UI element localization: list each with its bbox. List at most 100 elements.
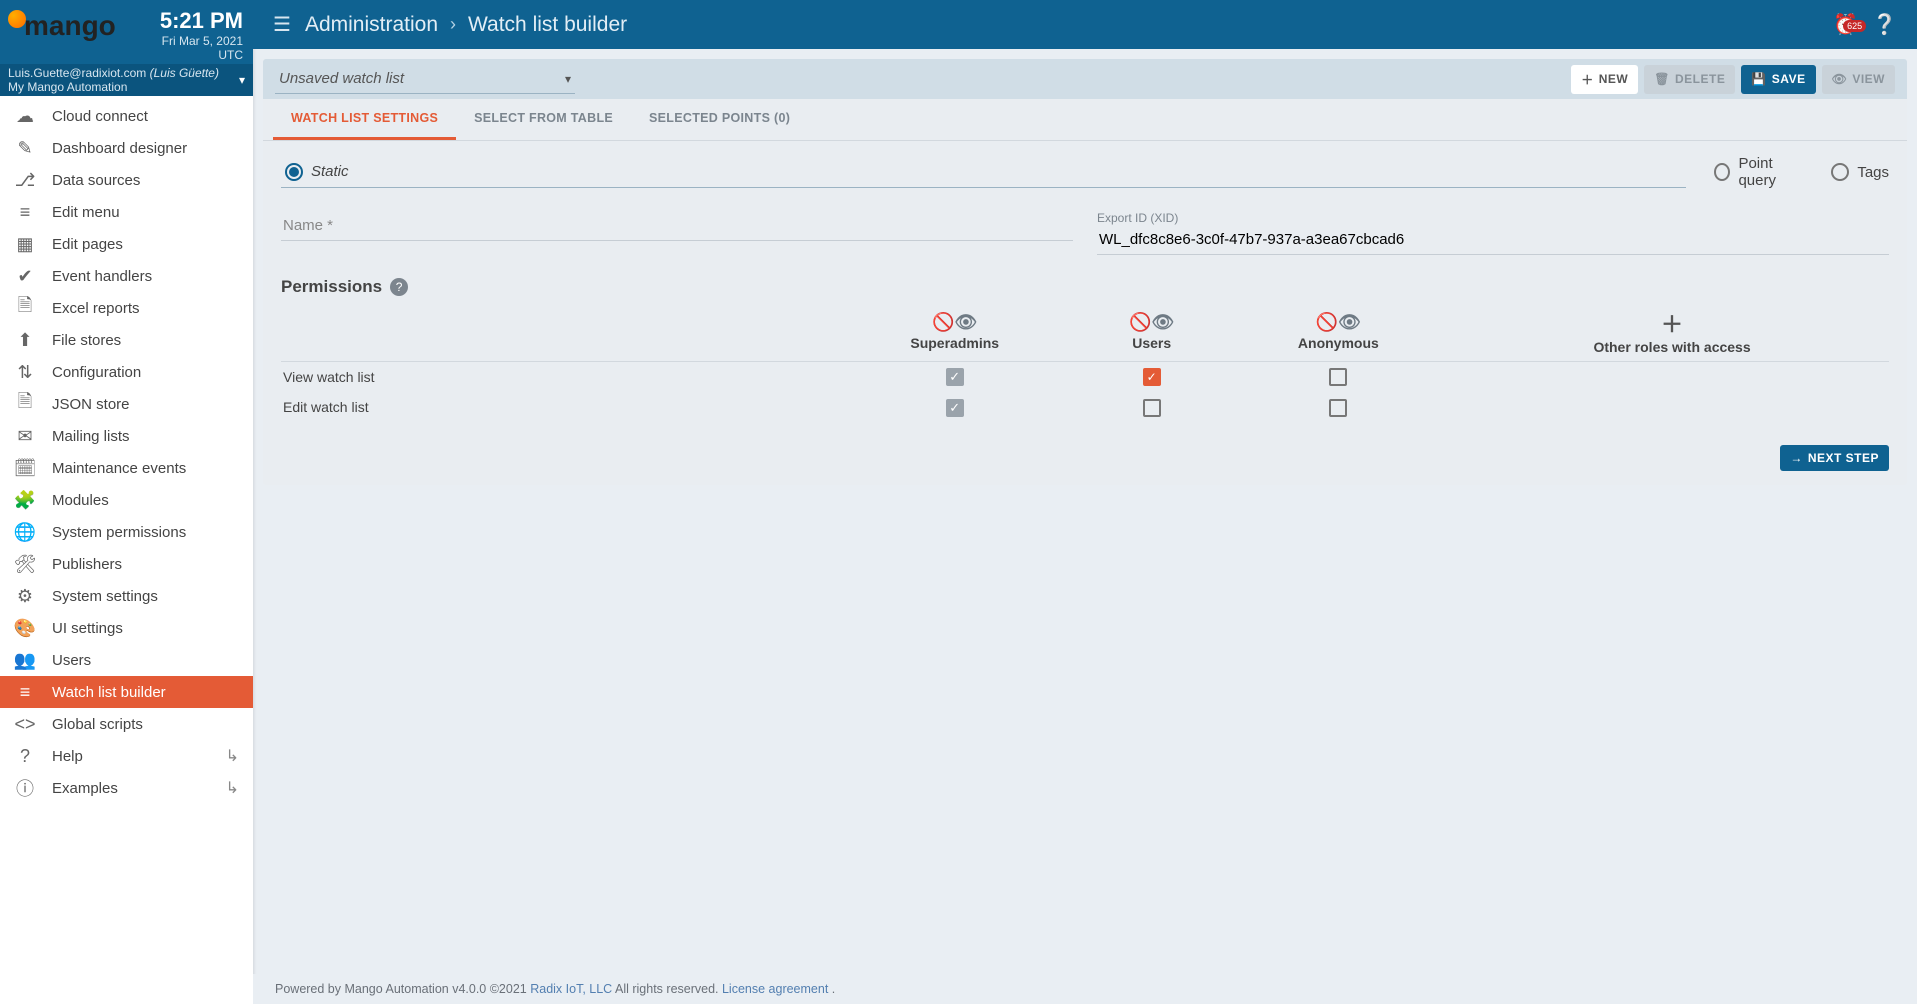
sidebar-item-maintenance-events[interactable]: 🗓Maintenance events	[0, 452, 253, 484]
checkbox-view-users[interactable]: ✓	[1143, 368, 1161, 386]
permissions-table: 🚫👁Superadmins 🚫👁Users 🚫👁Anonymous ＋Other…	[281, 301, 1889, 423]
help-icon[interactable]: ❔	[1872, 12, 1897, 37]
sidebar-item-cloud-connect[interactable]: ☁Cloud connect	[0, 100, 253, 132]
nav-icon: ⬆	[14, 329, 36, 351]
sidebar-item-mailing-lists[interactable]: ✉Mailing lists	[0, 420, 253, 452]
nav-label: Dashboard designer	[52, 140, 187, 157]
eye-off-icon[interactable]: 🚫👁	[1226, 312, 1451, 333]
radio-dot	[1831, 163, 1849, 181]
checkbox-edit-superadmins[interactable]: ✓	[946, 399, 964, 417]
nav-label: Publishers	[52, 556, 122, 573]
tab-select-from-table[interactable]: SELECT FROM TABLE	[456, 99, 631, 140]
tab-watch-list-settings[interactable]: WATCH LIST SETTINGS	[273, 99, 456, 140]
plus-icon[interactable]: ＋	[1661, 312, 1683, 337]
col-other-roles: ＋Other roles with access	[1455, 301, 1889, 362]
eye-off-icon[interactable]: 🚫👁	[1086, 312, 1218, 333]
sidebar-item-global-scripts[interactable]: <>Global scripts	[0, 708, 253, 740]
eye-off-icon[interactable]: 🚫👁	[832, 312, 1078, 333]
table-row: View watch list ✓ ✓	[281, 362, 1889, 393]
nav-label: Data sources	[52, 172, 140, 189]
sidebar-item-publishers[interactable]: 🛠 Publishers	[0, 548, 253, 580]
sidebar-item-file-stores[interactable]: ⬆File stores	[0, 324, 253, 356]
breadcrumb-root[interactable]: Administration	[305, 13, 438, 37]
radio-point-query[interactable]: Point query	[1714, 155, 1803, 189]
menu-icon[interactable]: ☰	[273, 12, 291, 37]
sidebar-item-edit-menu[interactable]: ≡ Edit menu	[0, 196, 253, 228]
sidebar-item-edit-pages[interactable]: ▦Edit pages	[0, 228, 253, 260]
alarm-icon[interactable]: ⏰625	[1833, 12, 1858, 37]
xid-input[interactable]	[1097, 225, 1889, 255]
sidebar-item-json-store[interactable]: 🗎 JSON store	[0, 388, 253, 420]
nav-icon: ?	[14, 745, 36, 767]
user-menu[interactable]: Luis.Guette@radixiot.com (Luis Güette) M…	[0, 64, 253, 96]
xid-field: Export ID (XID)	[1097, 211, 1889, 255]
sidebar-item-users[interactable]: 👥Users	[0, 644, 253, 676]
watchlist-select-input[interactable]	[275, 64, 575, 94]
nav-label: System permissions	[52, 524, 186, 541]
footer-link-license[interactable]: License agreement	[722, 982, 828, 996]
checkbox-edit-users[interactable]	[1143, 399, 1161, 417]
radio-static[interactable]: Static	[281, 157, 1686, 188]
sidebar-item-excel-reports[interactable]: 🗎Excel reports	[0, 292, 253, 324]
logo-text: mango	[24, 10, 116, 41]
next-step-button[interactable]: →NEXT STEP	[1780, 445, 1889, 471]
nav-icon: 🛠	[14, 553, 36, 575]
col-anonymous: 🚫👁Anonymous	[1222, 301, 1455, 362]
checkbox-view-superadmins[interactable]: ✓	[946, 368, 964, 386]
nav-label: JSON store	[52, 396, 130, 413]
sidebar-item-watch-list-builder[interactable]: ≡Watch list builder	[0, 676, 253, 708]
sidebar-item-data-sources[interactable]: ⎇Data sources	[0, 164, 253, 196]
footer: Powered by Mango Automation v4.0.0 ©2021…	[253, 974, 1917, 1004]
col-users: 🚫👁Users	[1082, 301, 1222, 362]
name-input[interactable]	[281, 211, 1073, 241]
clock-time: 5:21 PM	[160, 8, 243, 34]
breadcrumb: Administration › Watch list builder	[305, 13, 627, 37]
view-button[interactable]: 👁VIEW	[1822, 65, 1895, 94]
nav-icon: 🗎	[14, 393, 36, 415]
nav-label: Edit menu	[52, 204, 120, 221]
col-superadmins: 🚫👁Superadmins	[828, 301, 1082, 362]
nav-icon: 🗎	[14, 297, 36, 319]
clock-tz: UTC	[160, 48, 243, 62]
chevron-right-icon: ›	[450, 14, 456, 35]
nav-label: Global scripts	[52, 716, 143, 733]
row-edit: Edit watch list	[281, 392, 828, 422]
sidebar-item-configuration[interactable]: ⇅Configuration	[0, 356, 253, 388]
sidebar-item-dashboard-designer[interactable]: ✎Dashboard designer	[0, 132, 253, 164]
nav-label: Modules	[52, 492, 109, 509]
tabs: WATCH LIST SETTINGS SELECT FROM TABLE SE…	[263, 99, 1907, 141]
clock: 5:21 PM Fri Mar 5, 2021 UTC	[160, 8, 243, 62]
save-button[interactable]: 💾SAVE	[1741, 65, 1815, 94]
nav-label: Mailing lists	[52, 428, 130, 445]
footer-link-radix[interactable]: Radix IoT, LLC	[530, 982, 612, 996]
sidebar-item-system-settings[interactable]: ⚙System settings	[0, 580, 253, 612]
sidebar-item-ui-settings[interactable]: 🎨UI settings	[0, 612, 253, 644]
nav-icon: 🎨	[14, 617, 36, 639]
tab-selected-points[interactable]: SELECTED POINTS (0)	[631, 99, 808, 140]
nav-label: Maintenance events	[52, 460, 186, 477]
sidebar-item-help[interactable]: ?Help↳	[0, 740, 253, 772]
radio-dot	[285, 163, 303, 181]
nav-label: Edit pages	[52, 236, 123, 253]
watchlist-select[interactable]: ▾	[275, 64, 575, 94]
radio-tags[interactable]: Tags	[1831, 163, 1889, 181]
checkbox-view-anonymous[interactable]	[1329, 368, 1347, 386]
new-button[interactable]: ＋NEW	[1571, 65, 1638, 94]
sidebar-item-system-permissions[interactable]: 🌐System permissions	[0, 516, 253, 548]
type-radios: Static Point query Tags	[281, 155, 1889, 189]
sidebar-item-examples[interactable]: ⓘExamples↳	[0, 772, 253, 804]
nav-icon: ≡	[14, 201, 36, 223]
logo: mango	[8, 10, 116, 42]
chevron-down-icon: ▾	[239, 73, 245, 87]
user-info: Luis.Guette@radixiot.com (Luis Güette) M…	[8, 66, 219, 94]
help-icon[interactable]: ?	[390, 278, 408, 296]
nav-label: Event handlers	[52, 268, 152, 285]
next-row: →NEXT STEP	[281, 445, 1889, 471]
sidebar-item-modules[interactable]: 🧩Modules	[0, 484, 253, 516]
sidebar-item-event-handlers[interactable]: ✔Event handlers	[0, 260, 253, 292]
save-icon: 💾	[1751, 72, 1766, 86]
delete-button[interactable]: 🗑DELETE	[1644, 65, 1735, 94]
nav-icon: ≡	[14, 681, 36, 703]
checkbox-edit-anonymous[interactable]	[1329, 399, 1347, 417]
subdirectory-arrow-icon: ↳	[226, 778, 239, 798]
